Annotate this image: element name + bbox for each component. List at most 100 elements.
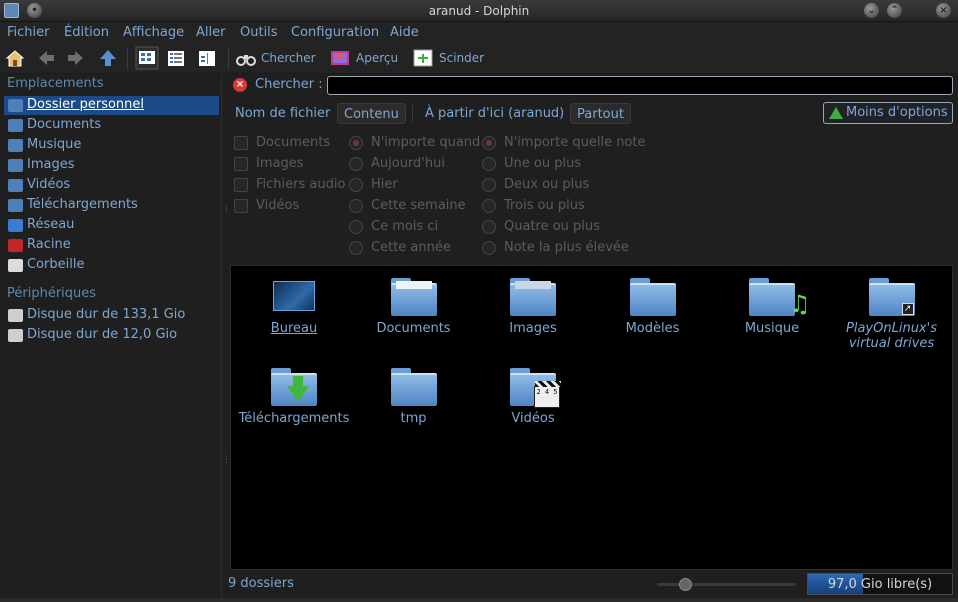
- folder-name: Images: [509, 321, 557, 336]
- search-input[interactable]: [327, 76, 953, 95]
- checkbox[interactable]: [234, 178, 248, 192]
- splitter-handle[interactable]: · · ·: [225, 203, 228, 217]
- sidebar-item[interactable]: Disque dur de 12,0 Gio: [4, 326, 219, 345]
- filter-everywhere[interactable]: Partout: [570, 103, 631, 124]
- sidebar-item[interactable]: Réseau: [4, 216, 219, 235]
- radio-button[interactable]: [349, 241, 363, 255]
- radio-button[interactable]: [482, 178, 496, 192]
- videos-folder-icon: [8, 179, 23, 192]
- folder-item[interactable]: ↗ PlayOnLinux's virtual drives: [832, 278, 952, 351]
- sidebar-item[interactable]: Musique: [4, 136, 219, 155]
- menu-edition[interactable]: Édition: [64, 25, 109, 40]
- folder-item[interactable]: Documents: [354, 278, 474, 336]
- title-bar: • aranud - Dolphin ⌄ ⌃ ×: [0, 0, 958, 22]
- back-icon[interactable]: [36, 48, 56, 68]
- hard-disk-icon: [8, 309, 23, 322]
- up-arrow-icon: [829, 107, 843, 119]
- split-tool-label[interactable]: Scinder: [439, 51, 484, 65]
- sidebar-item[interactable]: Disque dur de 133,1 Gio: [4, 306, 219, 325]
- clear-search-icon[interactable]: ×: [233, 78, 247, 92]
- splitter-handle[interactable]: · · ·: [225, 453, 228, 467]
- option-label: Deux ou plus: [504, 177, 590, 192]
- sidebar-item-label: Disque dur de 12,0 Gio: [27, 327, 178, 342]
- details-view-icon[interactable]: [166, 48, 186, 68]
- folder-item[interactable]: Bureau: [234, 278, 354, 336]
- radio-button[interactable]: [482, 220, 496, 234]
- less-options-button[interactable]: Moins d'options: [823, 102, 953, 124]
- radio-button[interactable]: [349, 136, 363, 150]
- search-tool-label[interactable]: Chercher: [261, 51, 316, 65]
- columns-view-icon[interactable]: [197, 48, 217, 68]
- menu-configuration[interactable]: Configuration: [291, 25, 379, 40]
- sidebar-item[interactable]: Racine: [4, 236, 219, 255]
- folder-item[interactable]: Modèles: [593, 278, 713, 336]
- folder-name: Musique: [744, 321, 800, 336]
- folder-name: Vidéos: [511, 411, 555, 426]
- icons-view-icon[interactable]: [135, 46, 159, 70]
- folder-item[interactable]: tmp: [354, 368, 474, 426]
- sidebar-item-label: Documents: [27, 117, 102, 132]
- sidebar-item[interactable]: Vidéos: [4, 176, 219, 195]
- sidebar-item[interactable]: Téléchargements: [4, 196, 219, 215]
- sidebar-item-label: Musique: [27, 137, 82, 152]
- option-label: N'importe quand: [371, 135, 481, 150]
- zoom-slider-handle[interactable]: [678, 578, 692, 591]
- menu-aide[interactable]: Aide: [390, 25, 419, 40]
- folder-item[interactable]: Téléchargements: [234, 368, 354, 426]
- preview-icon[interactable]: [330, 48, 350, 68]
- checkbox[interactable]: [234, 136, 248, 150]
- radio-button[interactable]: [482, 199, 496, 213]
- zoom-slider[interactable]: [657, 583, 796, 586]
- sidebar-item-label: Vidéos: [27, 177, 71, 192]
- file-view[interactable]: Bureau Documents Images Modèles ♫ Musique ↗ Pla…: [230, 265, 953, 570]
- sidebar-item[interactable]: Images: [4, 156, 219, 175]
- sidebar-item[interactable]: Dossier personnel: [4, 96, 219, 115]
- radio-button[interactable]: [482, 136, 496, 150]
- images-folder-icon: [8, 159, 23, 172]
- menu-fichier[interactable]: Fichier: [7, 25, 50, 40]
- sidebar-item-label: Racine: [27, 237, 71, 252]
- free-space-text: 97,0 Gio libre(s): [827, 577, 933, 592]
- up-icon[interactable]: [98, 48, 118, 68]
- menu-bar: Fichier Édition Affichage Aller Outils C…: [0, 22, 958, 44]
- minimize-icon[interactable]: ⌄: [864, 3, 879, 18]
- radio-button[interactable]: [349, 178, 363, 192]
- filter-from-here[interactable]: À partir d'ici (aranud): [419, 103, 570, 124]
- preview-tool-label[interactable]: Aperçu: [356, 51, 398, 65]
- option-label: Aujourd'hui: [371, 156, 445, 171]
- downloads-folder-icon: [271, 368, 317, 406]
- maximize-icon[interactable]: ⌃: [887, 3, 902, 18]
- sidebar-item-label: Images: [27, 157, 75, 172]
- folder-item[interactable]: ♫ Musique: [712, 278, 832, 336]
- toolbar-separator: [127, 48, 128, 70]
- radio-button[interactable]: [349, 220, 363, 234]
- close-icon[interactable]: ×: [936, 3, 951, 18]
- folder-item[interactable]: 2 4 5 Vidéos: [473, 368, 593, 426]
- option-label: Cette année: [371, 240, 451, 255]
- checkbox[interactable]: [234, 157, 248, 171]
- filter-content[interactable]: Contenu: [337, 103, 406, 124]
- home-icon[interactable]: [5, 48, 25, 68]
- option-label: Fichiers audio: [256, 177, 346, 192]
- folder-item[interactable]: Images: [473, 278, 593, 336]
- menu-affichage[interactable]: Affichage: [123, 25, 184, 40]
- radio-button[interactable]: [349, 199, 363, 213]
- forward-icon[interactable]: [66, 48, 86, 68]
- linked-folder-icon: ↗: [868, 278, 915, 316]
- split-view-icon[interactable]: [413, 48, 433, 68]
- binoculars-icon[interactable]: [236, 48, 256, 68]
- option-label: Documents: [256, 135, 331, 150]
- radio-button[interactable]: [482, 157, 496, 171]
- checkbox[interactable]: [234, 199, 248, 213]
- sidebar-item[interactable]: Corbeille: [4, 256, 219, 275]
- option-label: Note la plus élevée: [504, 240, 629, 255]
- radio-button[interactable]: [482, 241, 496, 255]
- menu-aller[interactable]: Aller: [196, 25, 225, 40]
- filter-filename[interactable]: Nom de fichier: [229, 103, 336, 124]
- videos-folder-icon: 2 4 5: [510, 368, 561, 408]
- menu-outils[interactable]: Outils: [240, 25, 278, 40]
- sidebar-item[interactable]: Documents: [4, 116, 219, 135]
- folder-name: Modèles: [625, 321, 680, 336]
- radio-button[interactable]: [349, 157, 363, 171]
- toolbar-separator: [228, 48, 229, 70]
